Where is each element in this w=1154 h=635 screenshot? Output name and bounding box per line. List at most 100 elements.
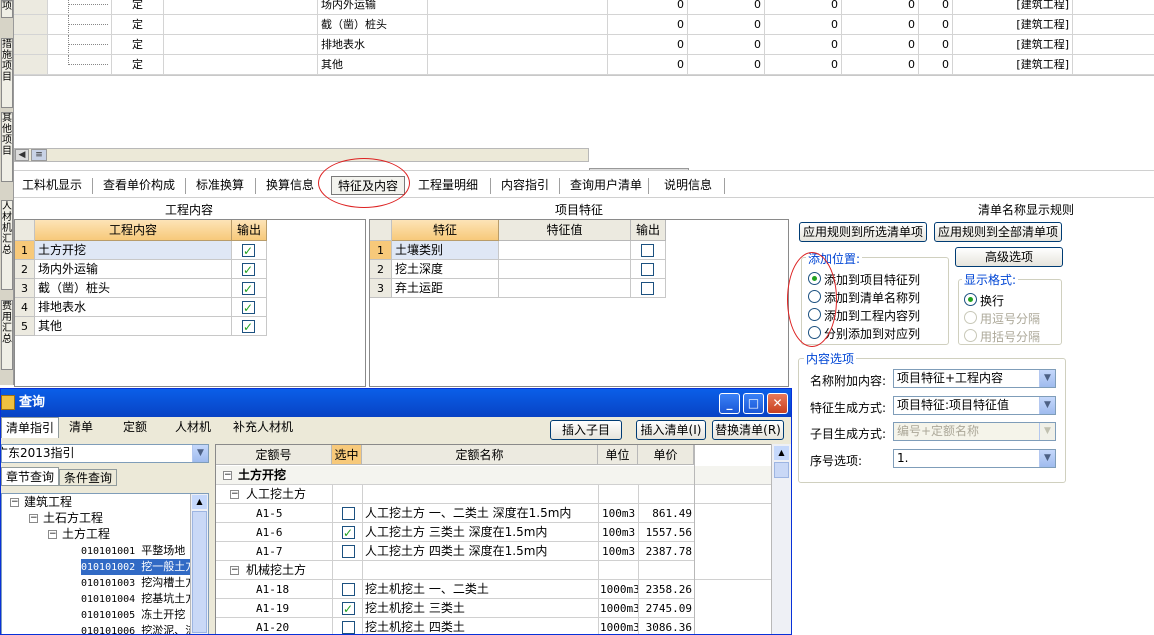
output-checkbox[interactable] bbox=[242, 299, 255, 316]
column-header[interactable]: 选中 bbox=[332, 445, 362, 465]
tab-condition-query[interactable]: 条件查询 bbox=[59, 469, 118, 486]
tree-node[interactable]: 建筑工程 bbox=[24, 495, 72, 510]
select-checkbox[interactable] bbox=[342, 600, 355, 617]
quota-row[interactable]: A1-6 人工挖土方 三类土 深度在1.5m内 100m3 1557.56 bbox=[216, 523, 694, 542]
tab-materials[interactable]: 人材机 bbox=[171, 417, 215, 438]
quota-row[interactable]: A1-5 人工挖土方 一、二类土 深度在1.5m内 100m3 861.49 bbox=[216, 504, 694, 523]
feature-value[interactable] bbox=[499, 260, 631, 279]
minimize-icon[interactable]: _ bbox=[719, 393, 740, 414]
tab-quota[interactable]: 定额 bbox=[119, 417, 151, 438]
feature-value[interactable] bbox=[499, 241, 631, 260]
maximize-icon[interactable]: □ bbox=[743, 393, 764, 414]
column-header[interactable]: 特征 bbox=[392, 220, 499, 241]
feature-name[interactable]: 弃土运距 bbox=[392, 279, 499, 298]
insert-sub-button[interactable]: 插入子目 bbox=[550, 420, 622, 440]
scroll-thumb[interactable] bbox=[774, 462, 789, 478]
column-header[interactable]: 单价 bbox=[638, 445, 694, 465]
tab-standard-conversion[interactable]: 标准换算 bbox=[190, 176, 250, 195]
tree-node[interactable]: 010101004 挖基坑土方 bbox=[81, 591, 196, 607]
output-checkbox[interactable] bbox=[242, 280, 255, 297]
select-checkbox[interactable] bbox=[342, 583, 355, 596]
collapse-icon[interactable]: − bbox=[223, 471, 232, 480]
column-header[interactable]: 单位 bbox=[598, 445, 638, 465]
left-tab-2[interactable]: 其他项目 bbox=[1, 112, 13, 182]
table-row[interactable]: 定 其他 0 0 0 0 0 [建筑工程] bbox=[14, 55, 1154, 75]
quota-row[interactable]: A1-7 人工挖土方 四类土 深度在1.5m内 100m3 2387.78 bbox=[216, 542, 694, 561]
select-checkbox[interactable] bbox=[342, 621, 355, 634]
tab-content-guide[interactable]: 内容指引 bbox=[495, 176, 555, 195]
column-header[interactable]: 输出 bbox=[232, 220, 267, 241]
left-tab-3[interactable]: 人材机汇总 bbox=[1, 200, 13, 290]
scroll-left-icon[interactable]: ◀ bbox=[15, 149, 29, 161]
tree-node[interactable]: 010101001 平整场地 bbox=[81, 543, 185, 559]
chevron-down-icon[interactable]: ▼ bbox=[1039, 370, 1055, 387]
output-checkbox[interactable] bbox=[242, 242, 255, 259]
format-radio[interactable] bbox=[964, 329, 977, 342]
content-name[interactable]: 场内外运输 bbox=[35, 260, 232, 279]
quota-row[interactable]: A1-18 挖土机挖土 一、二类土 1000m3 2358.26 bbox=[216, 580, 694, 599]
group-row[interactable]: − 机械挖土方 bbox=[216, 561, 774, 580]
sequence-select[interactable]: 1. ▼ bbox=[893, 449, 1056, 468]
table-row[interactable]: 定 截（凿）桩头 0 0 0 0 0 [建筑工程] bbox=[14, 15, 1154, 35]
chevron-down-icon[interactable]: ▼ bbox=[192, 445, 208, 462]
tree-node[interactable]: 土方工程 bbox=[62, 527, 110, 542]
apply-selected-button[interactable]: 应用规则到所选清单项 bbox=[799, 222, 927, 242]
column-header[interactable]: 定额号 bbox=[216, 445, 332, 465]
group-row[interactable]: − 人工挖土方 bbox=[216, 485, 774, 504]
tab-description[interactable]: 说明信息 bbox=[658, 176, 718, 195]
tab-quantity-detail[interactable]: 工程量明细 bbox=[412, 176, 484, 195]
column-header[interactable]: 定额名称 bbox=[362, 445, 598, 465]
tree-node-selected[interactable]: 010101002 挖一般土方 bbox=[81, 559, 197, 575]
column-header[interactable]: 输出 bbox=[631, 220, 666, 241]
output-checkbox[interactable] bbox=[242, 318, 255, 335]
output-checkbox[interactable] bbox=[641, 244, 654, 257]
content-name[interactable]: 截（凿）桩头 bbox=[35, 279, 232, 298]
left-tab-1[interactable]: 措施项目 bbox=[1, 38, 13, 108]
horizontal-scrollbar[interactable]: ◀ ≡ bbox=[14, 148, 589, 162]
content-name[interactable]: 排地表水 bbox=[35, 298, 232, 317]
tab-supplement[interactable]: 补充人材机 bbox=[229, 417, 297, 438]
format-radio[interactable] bbox=[964, 293, 977, 306]
output-checkbox[interactable] bbox=[641, 263, 654, 276]
query-title-bar[interactable]: 查询 _ □ ✕ bbox=[1, 389, 791, 417]
replace-list-button[interactable]: 替换清单(R) bbox=[712, 420, 784, 440]
chevron-down-icon[interactable]: ▼ bbox=[1039, 397, 1055, 414]
tab-materials[interactable]: 工料机显示 bbox=[16, 176, 88, 195]
tree-node[interactable]: 土石方工程 bbox=[43, 511, 103, 526]
scroll-up-icon[interactable]: ▲ bbox=[774, 446, 789, 460]
collapse-icon[interactable]: − bbox=[29, 514, 38, 523]
column-header[interactable]: 工程内容 bbox=[35, 220, 232, 241]
group-row[interactable]: − 土方开挖 bbox=[216, 466, 774, 485]
collapse-icon[interactable]: − bbox=[230, 566, 239, 575]
tab-list[interactable]: 清单 bbox=[65, 417, 97, 438]
table-row[interactable]: 定 排地表水 0 0 0 0 0 [建筑工程] bbox=[14, 35, 1154, 55]
scroll-up-icon[interactable]: ▲ bbox=[192, 495, 207, 509]
format-radio[interactable] bbox=[964, 311, 977, 324]
scroll-thumb[interactable]: ≡ bbox=[31, 149, 47, 161]
select-checkbox[interactable] bbox=[342, 507, 355, 520]
column-header[interactable]: 特征值 bbox=[499, 220, 631, 241]
collapse-icon[interactable]: − bbox=[230, 490, 239, 499]
select-checkbox[interactable] bbox=[342, 524, 355, 541]
tree-scrollbar[interactable]: ▲ bbox=[190, 494, 208, 634]
advanced-options-button[interactable]: 高级选项 bbox=[955, 247, 1063, 267]
tree-node[interactable]: 010101005 冻土开挖 bbox=[81, 607, 185, 623]
apply-all-button[interactable]: 应用规则到全部清单项 bbox=[934, 222, 1062, 242]
tab-chapter-query[interactable]: 章节查询 bbox=[1, 467, 60, 486]
table-row[interactable]: 定 场内外运输 0 0 0 0 0 [建筑工程] bbox=[14, 0, 1154, 15]
chevron-down-icon[interactable]: ▼ bbox=[1039, 450, 1055, 467]
guide-select[interactable]: 广东2013指引 ▼ bbox=[1, 444, 209, 463]
scroll-thumb[interactable] bbox=[192, 511, 207, 633]
tab-unit-price[interactable]: 查看单价构成 bbox=[97, 176, 181, 195]
feature-generation-select[interactable]: 项目特征:项目特征值 ▼ bbox=[893, 396, 1056, 415]
tree-node[interactable]: 010101006 挖淤泥、流砂 bbox=[81, 623, 207, 634]
feature-name[interactable]: 挖土深度 bbox=[392, 260, 499, 279]
output-checkbox[interactable] bbox=[242, 261, 255, 278]
left-tab-0[interactable]: 项 bbox=[1, 0, 13, 18]
content-name[interactable]: 其他 bbox=[35, 317, 232, 336]
left-tab-4[interactable]: 费用汇总 bbox=[1, 300, 13, 370]
name-append-select[interactable]: 项目特征+工程内容 ▼ bbox=[893, 369, 1056, 388]
tab-user-list[interactable]: 查询用户清单 bbox=[564, 176, 648, 195]
tab-list-guide[interactable]: 清单指引 bbox=[1, 417, 60, 438]
collapse-icon[interactable]: − bbox=[48, 530, 57, 539]
